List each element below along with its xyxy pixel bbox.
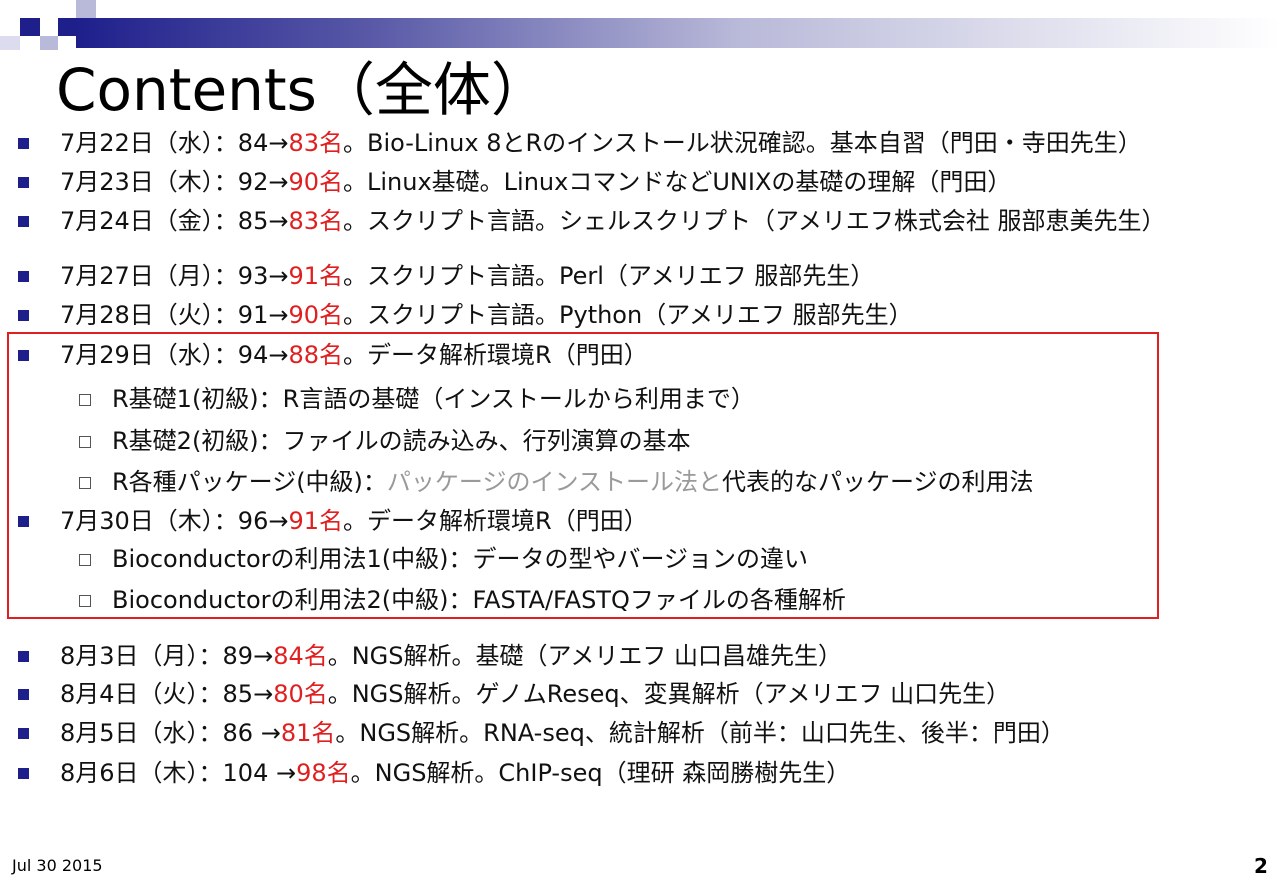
attendance-count: 83名 xyxy=(288,129,344,157)
hollow-square-bullet-icon xyxy=(79,394,91,406)
list-item-text: 7月29日（水）：94→88名。データ解析環境R（門田） xyxy=(60,341,648,369)
sub-list-item-text: Bioconductorの利用法2(中級)：FASTA/FASTQファイルの各種… xyxy=(112,586,846,614)
hollow-square-bullet-icon xyxy=(79,595,91,607)
attendance-count: 88名 xyxy=(288,341,344,369)
bullet-icon xyxy=(18,651,29,662)
hollow-square-bullet-icon xyxy=(79,477,91,489)
attendance-count: 90名 xyxy=(288,168,344,196)
footer-date: Jul 30 2015 xyxy=(12,856,103,875)
sub-list-item-text: R基礎2(初級)：ファイルの読み込み、行列演算の基本 xyxy=(112,427,691,455)
sub-list-item-text: R各種パッケージ(中級)：パッケージのインストール法と代表的なパッケージの利用法 xyxy=(112,468,1034,496)
list-item-text: 8月6日（木）：104 →98名。NGS解析。ChIP-seq（理研 森岡勝樹先… xyxy=(60,759,851,787)
bullet-icon xyxy=(18,516,29,527)
page-number: 2 xyxy=(1254,854,1268,878)
bullet-icon xyxy=(18,350,29,361)
bullet-icon xyxy=(18,310,29,321)
attendance-count: 83名 xyxy=(288,207,344,235)
attendance-count: 81名 xyxy=(280,719,336,747)
decor-square xyxy=(76,0,96,18)
attendance-count: 91名 xyxy=(288,262,344,290)
decor-square xyxy=(0,36,20,50)
bullet-icon xyxy=(18,689,29,700)
hollow-square-bullet-icon xyxy=(79,436,91,448)
list-item-text: 7月28日（火）：91→90名。スクリプト言語。Python（アメリエフ 服部先… xyxy=(60,301,913,329)
list-item-text: 7月22日（水）：84→83名。Bio-Linux 8とRのインストール状況確認… xyxy=(60,129,1142,157)
list-item-text: 7月27日（月）：93→91名。スクリプト言語。Perl（アメリエフ 服部先生） xyxy=(60,262,875,290)
decor-square xyxy=(20,18,40,36)
list-item-text: 8月5日（水）：86 →81名。NGS解析。RNA-seq、統計解析（前半：山口… xyxy=(60,719,1065,747)
attendance-count: 90名 xyxy=(288,301,344,329)
bullet-icon xyxy=(18,138,29,149)
list-item-text: 7月24日（金）：85→83名。スクリプト言語。シェルスクリプト（アメリエフ株式… xyxy=(60,207,1166,235)
sub-list-item-text: R基礎1(初級)：R言語の基礎（インストールから利用まで） xyxy=(112,385,755,413)
bullet-icon xyxy=(18,271,29,282)
bullet-icon xyxy=(18,177,29,188)
hollow-square-bullet-icon xyxy=(79,554,91,566)
bullet-icon xyxy=(18,728,29,739)
decor-square xyxy=(58,18,76,36)
sub-list-item-text: Bioconductorの利用法1(中級)：データの型やバージョンの違い xyxy=(112,545,809,573)
attendance-count: 80名 xyxy=(273,680,328,708)
bullet-icon xyxy=(18,216,29,227)
attendance-count: 91名 xyxy=(288,507,344,535)
header-gradient-bar xyxy=(76,18,1280,48)
list-item-text: 8月4日（火）：85→80名。NGS解析。ゲノムReseq、変異解析（アメリエフ… xyxy=(60,680,1011,708)
slide-title: Contents（全体） xyxy=(56,56,549,124)
list-item-text: 7月30日（木）：96→91名。データ解析環境R（門田） xyxy=(60,507,648,535)
list-item-text: 7月23日（木）：92→90名。Linux基礎。LinuxコマンドなどUNIXの… xyxy=(60,168,1012,196)
list-item-text: 8月3日（月）：89→84名。NGS解析。基礎（アメリエフ 山口昌雄先生） xyxy=(60,642,842,670)
attendance-count: 98名 xyxy=(296,759,351,787)
attendance-count: 84名 xyxy=(273,642,328,670)
decor-square xyxy=(40,36,58,50)
bullet-icon xyxy=(18,768,29,779)
